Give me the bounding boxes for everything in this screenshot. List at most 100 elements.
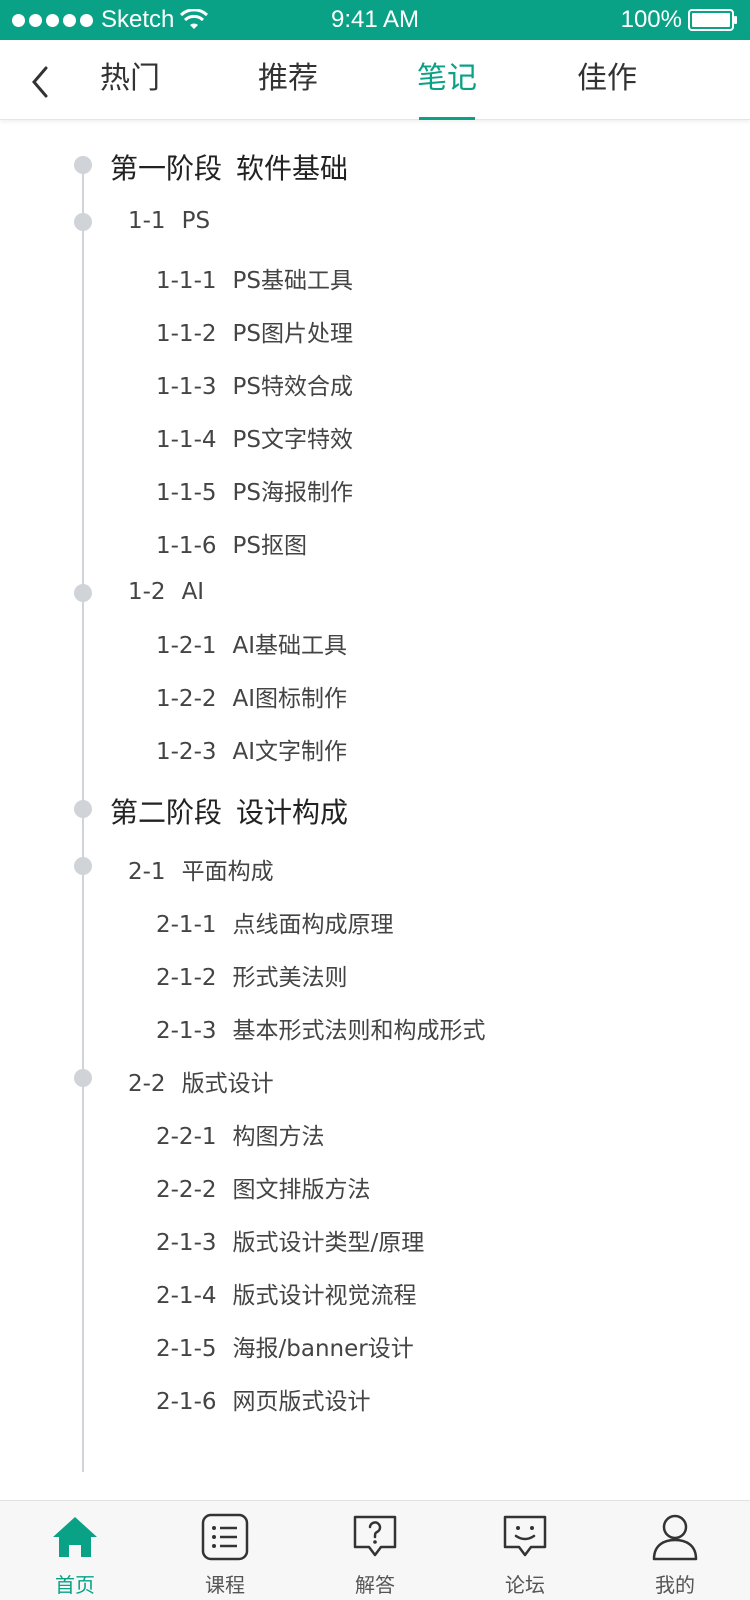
outline-item-code: 1-2-2	[156, 686, 217, 712]
outline-item-text: 2-1-4 版式设计视觉流程	[156, 1276, 417, 1310]
outline-lesson[interactable]: 2-1-4 版式设计视觉流程	[0, 1270, 750, 1310]
outline-lesson[interactable]: 2-2-1 构图方法	[0, 1111, 750, 1151]
outline-lesson[interactable]: 2-1-3 基本形式法则和构成形式	[0, 1005, 750, 1045]
outline-lesson[interactable]: 2-1-6 网页版式设计	[0, 1376, 750, 1416]
outline-item-title: PS基础工具	[232, 268, 353, 294]
outline-item-title: PS图片处理	[232, 321, 353, 347]
outline-item-text: 2-1-1 点线面构成原理	[156, 905, 394, 939]
outline-item-code: 2-1-3	[156, 1018, 217, 1044]
outline-stage[interactable]: 第二阶段 设计构成	[0, 789, 750, 829]
outline-item-title: 设计构成	[236, 796, 349, 829]
active-tab-indicator	[419, 117, 475, 120]
outline-item-code: 2-2	[128, 1071, 166, 1097]
outline-lesson[interactable]: 2-1-3 版式设计类型/原理	[0, 1217, 750, 1257]
outline-lesson[interactable]: 1-1-3 PS特效合成	[0, 361, 750, 401]
tabbar-home-label: 首页	[55, 1573, 95, 1597]
outline-section[interactable]: 2-2 版式设计	[0, 1058, 750, 1098]
outline-lesson[interactable]: 1-1-6 PS抠图	[0, 520, 750, 560]
outline-item-title: 点线面构成原理	[232, 912, 394, 938]
tab-showcase[interactable]: 佳作	[547, 40, 667, 120]
question-bubble-icon	[353, 1515, 397, 1557]
outline-lesson[interactable]: 2-1-5 海报/banner设计	[0, 1323, 750, 1363]
outline-item-title: 版式设计类型/原理	[232, 1230, 425, 1256]
outline-item-text: 1-2-2 AI图标制作	[156, 679, 347, 713]
outline-item-title: 软件基础	[236, 152, 349, 185]
outline-item-code: 2-1-1	[156, 912, 217, 938]
outline-item-code: 2-1-4	[156, 1283, 217, 1309]
tabbar-profile-label: 我的	[655, 1573, 695, 1597]
smile-bubble-icon	[503, 1515, 547, 1557]
tab-hot-label: 热门	[100, 61, 160, 96]
outline-item-text: 2-1 平面构成	[128, 852, 274, 886]
outline-item-text: 1-1-3 PS特效合成	[156, 367, 353, 401]
outline-item-title: 海报/banner设计	[232, 1336, 414, 1362]
outline-section[interactable]: 1-1 PS	[0, 202, 750, 242]
outline-item-text: 1-1-2 PS图片处理	[156, 314, 353, 348]
outline-item-title: 图文排版方法	[232, 1177, 371, 1203]
outline-item-text: 1-1 PS	[128, 208, 210, 234]
outline-lesson[interactable]: 1-2-2 AI图标制作	[0, 673, 750, 713]
outline-item-title: 构图方法	[232, 1124, 325, 1150]
outline-item-title: 网页版式设计	[232, 1389, 371, 1415]
timeline-node-dot	[74, 156, 92, 174]
tabbar-forum[interactable]: 论坛	[450, 1501, 600, 1600]
outline-lesson[interactable]: 1-2-1 AI基础工具	[0, 620, 750, 660]
outline-item-code: 1-1-5	[156, 480, 217, 506]
tabbar-profile[interactable]: 我的	[600, 1501, 750, 1600]
outline-lesson[interactable]: 1-1-4 PS文字特效	[0, 414, 750, 454]
tab-hot[interactable]: 热门	[70, 40, 190, 120]
outline-item-code: 1-1-4	[156, 427, 217, 453]
outline-item-text: 1-1-1 PS基础工具	[156, 261, 353, 295]
outline-item-text: 2-1-3 版式设计类型/原理	[156, 1223, 424, 1257]
outline-lesson[interactable]: 1-1-1 PS基础工具	[0, 255, 750, 295]
outline-section[interactable]: 2-1 平面构成	[0, 846, 750, 886]
outline-lesson[interactable]: 2-1-1 点线面构成原理	[0, 899, 750, 939]
outline-item-title: AI图标制作	[232, 686, 348, 712]
outline-item-code: 2-1-2	[156, 965, 217, 991]
outline-item-text: 2-1-6 网页版式设计	[156, 1382, 371, 1416]
outline-lesson[interactable]: 1-1-5 PS海报制作	[0, 467, 750, 507]
outline-item-title: 基本形式法则和构成形式	[232, 1018, 486, 1044]
outline-item-code: 2-2-2	[156, 1177, 217, 1203]
outline-lesson[interactable]: 1-1-2 PS图片处理	[0, 308, 750, 348]
user-icon	[652, 1514, 698, 1561]
tab-recommended[interactable]: 推荐	[228, 40, 348, 120]
outline-item-text: 1-2-3 AI文字制作	[156, 732, 347, 766]
timeline-node-dot	[74, 1069, 92, 1087]
tabbar-home[interactable]: 首页	[0, 1501, 150, 1600]
battery-icon	[688, 9, 737, 31]
outline-stage[interactable]: 第一阶段 软件基础	[0, 145, 750, 185]
outline-item-code: 1-1-6	[156, 533, 217, 559]
list-icon	[201, 1513, 249, 1561]
outline-lesson[interactable]: 1-2-3 AI文字制作	[0, 726, 750, 766]
outline-item-text: 2-1-3 基本形式法则和构成形式	[156, 1011, 486, 1045]
timeline-node-dot	[74, 800, 92, 818]
tabbar-courses-label: 课程	[205, 1573, 245, 1597]
outline-item-code: 1-1-3	[156, 374, 217, 400]
timeline-node-dot	[74, 213, 92, 231]
outline-item-code: 第一阶段	[110, 152, 223, 185]
tabbar-answers[interactable]: 解答	[300, 1501, 450, 1600]
tab-notes[interactable]: 笔记	[387, 40, 507, 120]
outline-item-title: PS海报制作	[232, 480, 353, 506]
status-bar: Sketch 9:41 AM 100%	[0, 0, 750, 40]
tab-notes-label: 笔记	[417, 61, 477, 96]
outline-item-code: 1-1-1	[156, 268, 217, 294]
outline-lesson[interactable]: 2-2-2 图文排版方法	[0, 1164, 750, 1204]
outline-item-text: 2-2 版式设计	[128, 1064, 274, 1098]
outline-item-title: AI基础工具	[232, 633, 348, 659]
outline-item-title: 形式美法则	[232, 965, 348, 991]
tab-recommended-label: 推荐	[258, 61, 318, 96]
outline-item-text: 2-2-1 构图方法	[156, 1117, 325, 1151]
outline-section[interactable]: 1-2 AI	[0, 573, 750, 613]
battery-percent: 100%	[620, 6, 682, 33]
outline-item-code: 1-2	[128, 579, 166, 605]
bottom-tab-bar: 首页 课程 解答 论坛 我的	[0, 1500, 750, 1600]
chevron-left-icon[interactable]	[26, 62, 54, 102]
outline-item-title: PS抠图	[232, 533, 307, 559]
tab-showcase-label: 佳作	[577, 61, 637, 96]
outline-lesson[interactable]: 2-1-2 形式美法则	[0, 952, 750, 992]
outline-item-text: 2-1-2 形式美法则	[156, 958, 348, 992]
tabbar-courses[interactable]: 课程	[150, 1501, 300, 1600]
outline-item-title: 平面构成	[181, 859, 274, 885]
